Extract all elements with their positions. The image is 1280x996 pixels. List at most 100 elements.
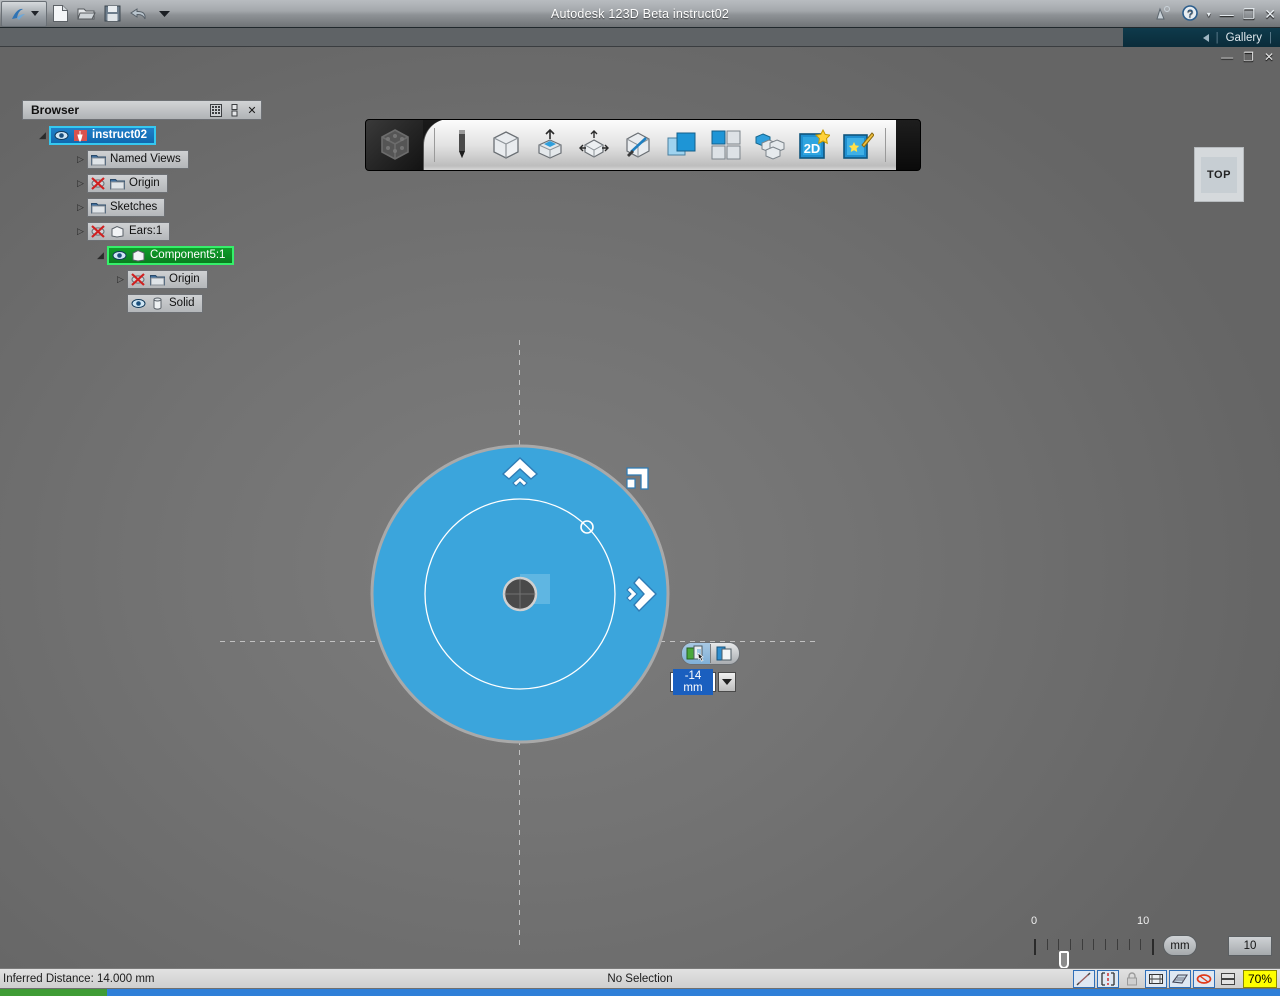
primitives-cube-icon[interactable] [489,127,523,163]
tree-node-named-views[interactable]: ▷ Named Views [22,149,262,169]
ruler-slider-handle[interactable] [1059,951,1069,969]
app-menu-button[interactable] [1,0,47,27]
svg-text:2D: 2D [804,141,821,156]
collapse-arrow-icon[interactable]: ◢ [94,249,107,262]
tree-item-solid[interactable]: Solid [127,293,203,313]
tree-label: Ears:1 [129,225,163,237]
tree-node-component5[interactable]: ◢ Component5:1 [22,245,262,265]
combine-icon[interactable] [665,127,699,163]
help-dropdown-icon[interactable]: ▾ [1207,10,1211,19]
grid-extent-value[interactable]: 10 [1228,936,1272,956]
hidden-eye-icon [131,272,145,286]
tree-item-sketches[interactable]: Sketches [87,197,166,217]
qat-dropdown-icon[interactable] [151,1,177,27]
center-plane-handle[interactable] [520,574,550,604]
tree-item-instruct02[interactable]: instruct02 [49,125,156,145]
outer-circle-face[interactable] [370,444,670,744]
view-cube-face-label[interactable]: TOP [1201,156,1237,193]
expand-arrow-icon[interactable]: ▷ [114,273,127,286]
minimize-button[interactable]: — [1220,6,1234,22]
new-body-mode-icon[interactable] [711,643,739,664]
construct-icon[interactable] [533,127,567,163]
zoom-level-indicator[interactable]: 70% [1242,970,1277,988]
progress-bar-fill [0,989,107,996]
expand-arrow-icon[interactable]: ▷ [74,153,87,166]
maximize-button[interactable]: ❐ [1243,6,1256,23]
dimension-input[interactable]: -14 mm [670,669,716,695]
expand-arrow-icon[interactable]: ▷ [74,177,87,190]
dimension-dropdown-button[interactable] [718,672,736,692]
dimension-value[interactable]: -14 mm [673,669,713,695]
assemble-icon[interactable] [753,127,787,163]
tree-node-solid[interactable]: Solid [22,293,262,313]
plane-corner-handle[interactable] [626,467,649,490]
collapse-arrow-icon[interactable]: ◢ [36,129,49,142]
extrude-mode-icon[interactable] [682,643,710,664]
orbit-constraint-icon[interactable] [1192,970,1215,988]
circle-point-handle[interactable] [580,520,594,534]
2d-drawing-icon[interactable]: 2D [797,127,831,163]
gallery-separator-left: | [1215,31,1219,44]
satellite-dish-icon[interactable] [1155,5,1173,24]
tree-item-origin-child[interactable]: Origin [127,269,208,289]
help-icon[interactable]: ? [1181,4,1198,24]
ruler-ticks[interactable] [1034,939,1154,955]
tree-item-ears[interactable]: Ears:1 [87,221,171,241]
view-cube[interactable]: TOP [1194,147,1244,202]
tree-item-component5[interactable]: Component5:1 [107,245,235,265]
toolbar-home-section[interactable] [366,120,424,170]
manipulator-mini-toolbar [681,642,740,665]
main-toolbar: 2D [365,119,921,171]
viewport-canvas[interactable]: Browser ✕ ◢ instruct02 ▷ Named Views ▷ O… [0,47,1280,996]
snap-line-icon[interactable] [1072,970,1095,988]
undo-icon[interactable] [125,1,151,27]
list-view-icon[interactable] [207,101,225,119]
tree-node-sketches[interactable]: ▷ Sketches [22,197,262,217]
new-document-icon[interactable] [47,1,73,27]
pattern-icon[interactable] [621,127,655,163]
doc-close-button[interactable]: ✕ [1264,50,1274,64]
tree-label: Origin [129,177,160,189]
pin-icon [74,129,87,142]
extrude-right-arrow[interactable] [626,575,657,613]
doc-minimize-button[interactable]: — [1221,50,1233,64]
tree-node-origin-root[interactable]: ▷ Origin [22,173,262,193]
grid-layout-icon[interactable] [709,127,743,163]
open-document-icon[interactable] [73,1,99,27]
tree-node-instruct02[interactable]: ◢ instruct02 [22,125,262,145]
doc-restore-button[interactable]: ❐ [1243,50,1254,64]
extrude-up-arrow[interactable] [501,457,539,487]
close-button[interactable]: ✕ [1264,6,1276,23]
construction-axis-vertical [519,340,520,950]
properties-icon[interactable] [225,101,243,119]
browser-tree: ◢ instruct02 ▷ Named Views ▷ Origin ▷ Sk… [22,125,262,313]
origin-point[interactable] [502,576,538,612]
folder-icon [91,154,106,165]
gallery-tab[interactable]: | Gallery | [1123,28,1280,47]
display-monitor-icon[interactable] [1217,970,1239,988]
snap-center-icon[interactable] [1096,970,1119,988]
smart-tool-icon[interactable] [841,127,875,163]
sketch-pencil-icon[interactable] [445,127,479,163]
expand-arrow-icon[interactable]: ▷ [74,201,87,214]
tree-node-ears[interactable]: ▷ Ears:1 [22,221,262,241]
home-cube-icon[interactable] [375,125,415,165]
unit-button[interactable]: mm [1163,935,1197,956]
tree-item-named-views[interactable]: Named Views [87,149,189,169]
lock-icon[interactable] [1121,970,1143,988]
slice-plane-icon[interactable] [1168,970,1191,988]
tree-item-origin-root[interactable]: Origin [87,173,168,193]
status-bar-icons: 70% [1072,969,1280,989]
eye-icon [54,130,69,140]
tree-label: Origin [169,273,200,285]
modify-icon[interactable] [577,127,611,163]
gallery-prev-icon[interactable] [1202,33,1209,42]
save-document-icon[interactable] [99,1,125,27]
tree-node-origin-child[interactable]: ▷ Origin [22,269,262,289]
inner-circle-profile[interactable] [424,498,616,690]
browser-close-icon[interactable]: ✕ [243,101,261,119]
grid-snap-icon[interactable] [1144,970,1167,988]
window-title: Autodesk 123D Beta instruct02 [550,7,730,21]
expand-arrow-icon[interactable]: ▷ [74,225,87,238]
toolbar-separator-right [885,128,887,162]
